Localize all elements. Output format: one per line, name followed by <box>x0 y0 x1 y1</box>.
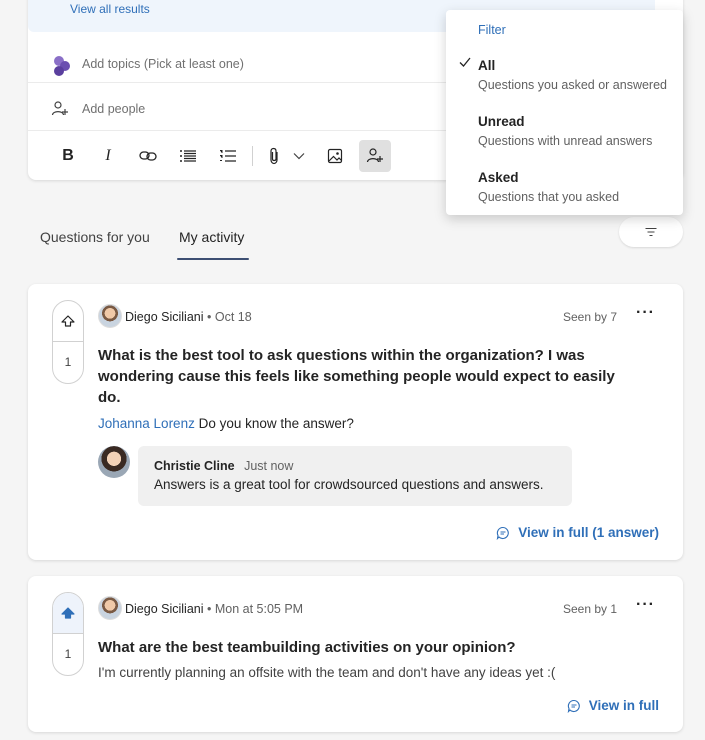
view-all-results-link[interactable]: View all results <box>70 2 150 16</box>
question-title[interactable]: What is the best tool to ask questions w… <box>98 345 653 408</box>
topics-input[interactable]: Add topics (Pick at least one) <box>82 57 244 71</box>
filter-option-all[interactable]: All Questions you asked or answered <box>478 58 667 92</box>
filter-option-desc: Questions you asked or answered <box>478 78 667 92</box>
upvote-button[interactable] <box>53 301 83 341</box>
filter-option-unread[interactable]: Unread Questions with unread answers <box>478 114 652 148</box>
filter-menu-title: Filter <box>478 23 506 37</box>
question-title-line: What is the best tool to ask questions w… <box>98 347 585 364</box>
seen-count[interactable]: Seen by 7 <box>563 310 617 324</box>
answer-time: Just now <box>244 459 294 473</box>
mention-people-button[interactable] <box>359 140 391 172</box>
comment-icon <box>567 699 580 713</box>
image-icon <box>327 148 343 164</box>
question-body: Johanna Lorenz Do you know the answer? <box>98 416 354 431</box>
question-date: Mon at 5:05 PM <box>214 602 304 616</box>
avatar <box>98 304 122 328</box>
link-button[interactable] <box>132 140 164 172</box>
question-title-line: do. <box>98 389 121 406</box>
vote-count: 1 <box>64 355 72 369</box>
bold-icon: B <box>62 147 74 164</box>
question-card: 1 Diego Siciliani • Oct 18 Seen by 7 ···… <box>28 284 683 560</box>
numbered-list-icon <box>220 150 236 162</box>
filter-button[interactable] <box>619 217 683 247</box>
comment-icon <box>496 526 509 540</box>
image-button[interactable] <box>319 140 351 172</box>
question-title[interactable]: What are the best teambuilding activitie… <box>98 637 653 658</box>
vote-divider <box>53 633 83 634</box>
author-name[interactable]: Diego Siciliani <box>125 310 204 324</box>
upvote-icon <box>61 315 75 327</box>
vote-control: 1 <box>52 300 84 384</box>
checkmark-icon <box>459 57 471 67</box>
more-icon[interactable]: ··· <box>636 304 655 322</box>
filter-option-title: Unread <box>478 114 525 129</box>
question-body: I'm currently planning an offsite with t… <box>98 665 556 680</box>
view-in-full-label: View in full (1 answer) <box>518 525 659 540</box>
tab-my-activity[interactable]: My activity <box>179 229 244 245</box>
question-date: Oct 18 <box>214 310 252 324</box>
view-in-full-link[interactable]: View in full (1 answer) <box>496 525 659 540</box>
question-title-line: wondering cause this feels like somethin… <box>98 368 615 385</box>
filter-menu: Filter All Questions you asked or answer… <box>446 10 683 215</box>
view-in-full-label: View in full <box>588 698 659 713</box>
question-card: 1 Diego Siciliani • Mon at 5:05 PM Seen … <box>28 576 683 732</box>
topics-icon <box>54 56 70 76</box>
italic-button[interactable]: I <box>92 140 124 172</box>
mention-text: Do you know the answer? <box>198 416 354 431</box>
answer-bubble: Christie Cline Just now Answers is a gre… <box>138 446 572 506</box>
question-author: Diego Siciliani • Oct 18 <box>125 310 252 324</box>
upvote-icon <box>61 607 75 619</box>
bold-button[interactable]: B <box>52 140 84 172</box>
filter-option-title: Asked <box>478 170 519 185</box>
author-name[interactable]: Diego Siciliani <box>125 602 204 616</box>
attach-button[interactable] <box>261 140 311 172</box>
vote-count: 1 <box>64 647 72 661</box>
active-tab-indicator <box>177 258 249 260</box>
filter-option-title: All <box>478 58 496 73</box>
italic-icon: I <box>105 147 111 164</box>
question-author: Diego Siciliani • Mon at 5:05 PM <box>125 602 303 616</box>
mention-people-icon <box>366 148 383 163</box>
answer-text: Answers is a great tool for crowdsourced… <box>154 477 544 492</box>
answer-header: Christie Cline Just now <box>154 459 293 473</box>
view-in-full-link[interactable]: View in full <box>567 698 659 713</box>
avatar <box>98 596 122 620</box>
people-input[interactable]: Add people <box>82 102 145 116</box>
upvote-button[interactable] <box>53 593 83 633</box>
add-people-icon <box>51 101 68 116</box>
vote-control: 1 <box>52 592 84 676</box>
avatar <box>98 446 130 478</box>
filter-option-asked[interactable]: Asked Questions that you asked <box>478 170 619 204</box>
link-icon <box>139 151 157 161</box>
numbered-list-button[interactable] <box>212 140 244 172</box>
bulleted-list-icon <box>180 150 196 162</box>
mention-link[interactable]: Johanna Lorenz <box>98 416 195 431</box>
filter-option-desc: Questions that you asked <box>478 190 620 204</box>
tab-questions-for-you[interactable]: Questions for you <box>40 229 150 245</box>
attach-icon <box>269 147 278 165</box>
more-icon[interactable]: ··· <box>636 596 655 614</box>
seen-count[interactable]: Seen by 1 <box>563 602 617 616</box>
toolbar-separator <box>252 146 253 166</box>
answer-author[interactable]: Christie Cline <box>154 459 235 473</box>
formatting-toolbar: B I <box>52 140 399 172</box>
bulleted-list-button[interactable] <box>172 140 204 172</box>
filter-option-desc: Questions with unread answers <box>478 134 653 148</box>
meta-dot: • <box>207 602 215 616</box>
vote-divider <box>53 341 83 342</box>
filter-icon <box>645 227 657 237</box>
meta-dot: • <box>207 310 215 324</box>
chevron-down-icon <box>293 153 304 160</box>
